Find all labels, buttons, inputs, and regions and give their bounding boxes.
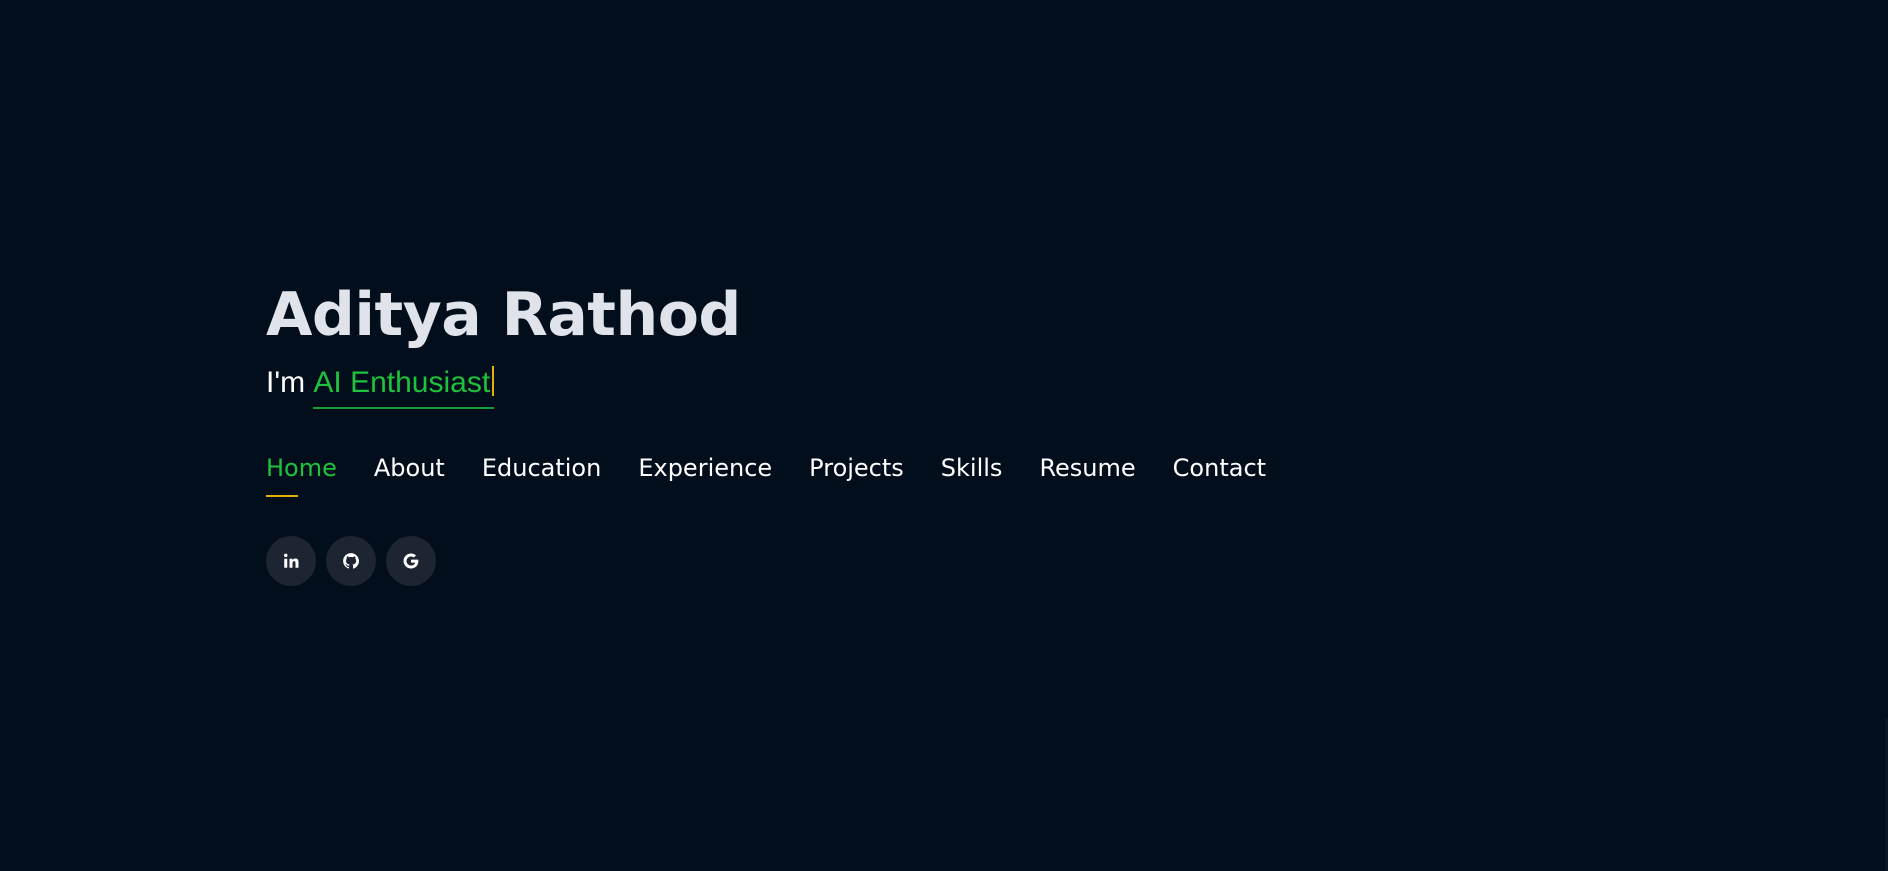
nav-item-experience[interactable]: Experience bbox=[638, 451, 772, 499]
linkedin-button[interactable] bbox=[266, 536, 316, 586]
linkedin-icon bbox=[284, 553, 299, 568]
nav-item-education[interactable]: Education bbox=[482, 451, 601, 499]
nav-item-home[interactable]: Home bbox=[266, 451, 337, 499]
google-icon bbox=[403, 553, 419, 569]
typed-text: AI Enthusiast bbox=[313, 366, 491, 399]
typed-text-wrap: AI Enthusiast bbox=[313, 361, 495, 409]
typed-underline bbox=[313, 407, 495, 409]
nav-item-skills[interactable]: Skills bbox=[941, 451, 1003, 499]
typed-tagline: I'm AI Enthusiast bbox=[266, 361, 741, 411]
main-nav: Home About Education Experience Projects… bbox=[266, 451, 1266, 499]
social-links bbox=[266, 536, 436, 586]
google-button[interactable] bbox=[386, 536, 436, 586]
hero-section: Aditya Rathod I'm AI Enthusiast bbox=[266, 275, 741, 411]
github-icon bbox=[343, 553, 359, 569]
typing-cursor bbox=[492, 366, 495, 396]
nav-item-contact[interactable]: Contact bbox=[1173, 451, 1266, 499]
typed-prefix: I'm bbox=[266, 366, 306, 399]
nav-item-about[interactable]: About bbox=[374, 451, 445, 499]
page: Aditya Rathod I'm AI Enthusiast Home Abo… bbox=[0, 0, 1888, 871]
nav-item-resume[interactable]: Resume bbox=[1039, 451, 1135, 499]
nav-item-projects[interactable]: Projects bbox=[809, 451, 904, 499]
hero-name: Aditya Rathod bbox=[266, 280, 741, 350]
github-button[interactable] bbox=[326, 536, 376, 586]
